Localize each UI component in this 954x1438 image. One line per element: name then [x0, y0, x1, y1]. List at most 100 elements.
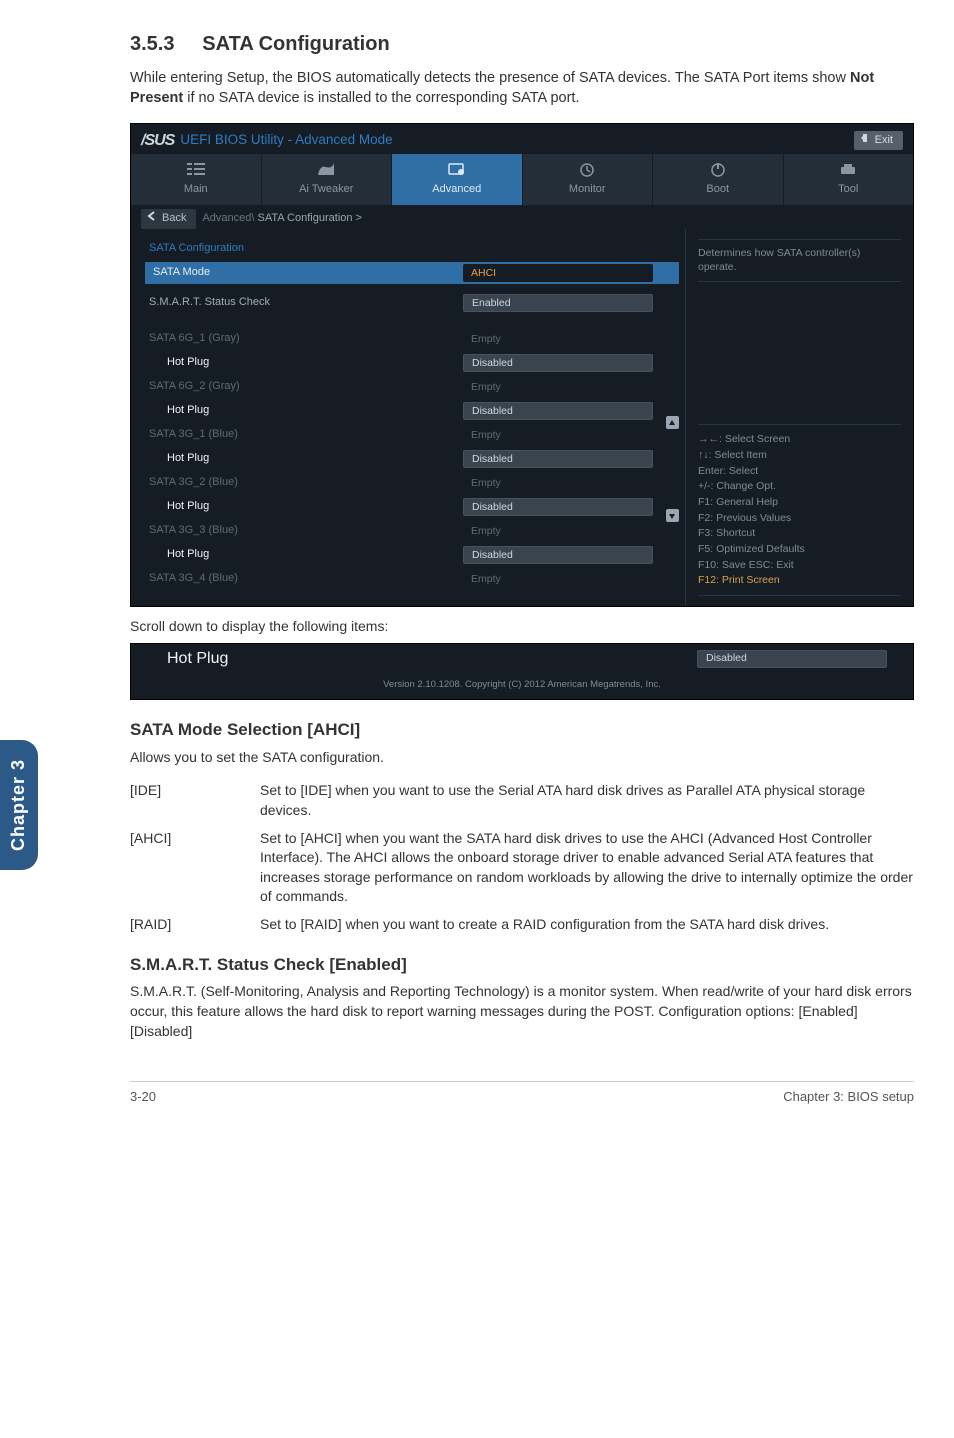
bios-row-value: Empty	[463, 524, 653, 539]
help-pane: Determines how SATA controller(s) operat…	[685, 229, 913, 606]
help-key-line: F2: Previous Values	[698, 511, 901, 526]
bios-row[interactable]: Hot PlugDisabled	[145, 352, 665, 374]
option-row: [IDE]Set to [IDE] when you want to use t…	[130, 777, 914, 824]
bios-row[interactable]: Hot PlugDisabled	[145, 544, 665, 566]
bios-row-value: Empty	[463, 572, 653, 587]
bios-row-label: SATA 3G_1 (Blue)	[145, 427, 463, 442]
hot-plug-value-extra[interactable]: Disabled	[697, 650, 887, 668]
bios-row-label: Hot Plug	[145, 547, 463, 562]
section-heading: 3.5.3 SATA Configuration	[130, 30, 914, 58]
help-description: Determines how SATA controller(s) operat…	[698, 239, 901, 282]
bios-row-label: SATA 3G_4 (Blue)	[145, 571, 463, 586]
bios-titlebar: /SUS UEFI BIOS Utility - Advanced Mode E…	[131, 124, 913, 154]
footer-chapter: Chapter 3: BIOS setup	[783, 1088, 914, 1106]
breadcrumb-prefix: Advanced\	[202, 212, 257, 224]
tab-label: Advanced	[432, 182, 481, 197]
bios-row-value[interactable]: Disabled	[463, 402, 653, 420]
bios-row-value[interactable]: Enabled	[463, 294, 653, 312]
bios-row-value: Empty	[463, 380, 653, 395]
help-key-line: F10: Save ESC: Exit	[698, 558, 901, 573]
sata-mode-value[interactable]: AHCI	[463, 264, 653, 282]
option-desc: Set to [RAID] when you want to create a …	[260, 911, 914, 939]
bios-row-value: Empty	[463, 332, 653, 347]
scrollbar[interactable]	[665, 290, 679, 592]
scroll-down-icon[interactable]	[666, 509, 679, 522]
sata-mode-row[interactable]: SATA Mode AHCI	[145, 262, 679, 284]
bios-row-label: S.M.A.R.T. Status Check	[145, 295, 463, 310]
sata-mode-heading: SATA Mode Selection [AHCI]	[130, 718, 914, 742]
page-footer: 3-20 Chapter 3: BIOS setup	[130, 1081, 914, 1106]
option-row: [AHCI]Set to [AHCI] when you want the SA…	[130, 825, 914, 911]
tab-monitor[interactable]: Monitor	[523, 154, 654, 205]
bios-row[interactable]: S.M.A.R.T. Status CheckEnabled	[145, 292, 665, 314]
tab-main[interactable]: Main	[131, 154, 262, 205]
bios-row: SATA 6G_1 (Gray)Empty	[145, 328, 665, 350]
bios-version-line: Version 2.10.1208. Copyright (C) 2012 Am…	[145, 674, 899, 691]
back-arrow-icon	[147, 211, 157, 226]
breadcrumb-current: SATA Configuration >	[258, 212, 362, 224]
tab-icon	[838, 160, 858, 178]
bios-tabs: Main Ai Tweaker Advanced Monitor Boot Tool	[131, 154, 913, 205]
bios-row: SATA 6G_2 (Gray)Empty	[145, 376, 665, 398]
bios-panel: /SUS UEFI BIOS Utility - Advanced Mode E…	[130, 123, 914, 608]
bios-row-value[interactable]: Disabled	[463, 498, 653, 516]
bios-row[interactable]: Hot PlugDisabled	[145, 496, 665, 518]
breadcrumb-row: Back Advanced\ SATA Configuration >	[131, 205, 913, 228]
tab-label: Ai Tweaker	[299, 182, 353, 197]
option-row: [RAID]Set to [RAID] when you want to cre…	[130, 911, 914, 939]
bios-panel-continued: Hot Plug Disabled Version 2.10.1208. Cop…	[130, 643, 914, 700]
sata-config-heading: SATA Configuration	[145, 237, 679, 258]
bios-row-value[interactable]: Disabled	[463, 450, 653, 468]
bios-row[interactable]: Hot PlugDisabled	[145, 400, 665, 422]
exit-icon	[860, 133, 870, 148]
back-button[interactable]: Back	[141, 209, 196, 228]
bios-row-label: Hot Plug	[145, 403, 463, 418]
tab-advanced[interactable]: Advanced	[392, 154, 523, 205]
bios-row-value[interactable]: Disabled	[463, 354, 653, 372]
bios-row-label: SATA 3G_3 (Blue)	[145, 523, 463, 538]
asus-logo: /SUS	[141, 130, 174, 152]
help-key-line: F5: Optimized Defaults	[698, 542, 901, 557]
option-key: [RAID]	[130, 911, 260, 939]
scroll-up-icon[interactable]	[666, 416, 679, 429]
exit-button[interactable]: Exit	[854, 131, 903, 150]
tab-tool[interactable]: Tool	[784, 154, 914, 205]
tab-label: Tool	[838, 182, 858, 197]
breadcrumb: Advanced\ SATA Configuration >	[202, 211, 362, 226]
tab-icon	[447, 160, 467, 178]
back-label: Back	[162, 211, 186, 226]
section-title: SATA Configuration	[202, 33, 389, 55]
exit-label: Exit	[875, 133, 893, 148]
tab-icon	[708, 160, 728, 178]
tab-label: Boot	[706, 182, 729, 197]
sata-mode-options-table: [IDE]Set to [IDE] when you want to use t…	[130, 777, 914, 938]
tab-boot[interactable]: Boot	[653, 154, 784, 205]
bios-row: SATA 3G_4 (Blue)Empty	[145, 568, 665, 590]
section-number: 3.5.3	[130, 33, 174, 55]
bios-row: SATA 3G_3 (Blue)Empty	[145, 520, 665, 542]
help-key-line: F3: Shortcut	[698, 526, 901, 541]
footer-page-number: 3-20	[130, 1088, 156, 1106]
smart-desc: S.M.A.R.T. (Self-Monitoring, Analysis an…	[130, 982, 914, 1041]
hot-plug-row-extra[interactable]: Hot Plug Disabled	[145, 648, 899, 670]
help-key-line: F12: Print Screen	[698, 573, 901, 588]
bios-row[interactable]: Hot PlugDisabled	[145, 448, 665, 470]
bios-row-label: SATA 6G_1 (Gray)	[145, 331, 463, 346]
tab-icon	[316, 160, 336, 178]
bios-row-label: SATA 6G_2 (Gray)	[145, 379, 463, 394]
help-key-line: ↑↓: Select Item	[698, 448, 901, 463]
section-intro: While entering Setup, the BIOS automatic…	[130, 68, 914, 109]
help-key-line: F1: General Help	[698, 495, 901, 510]
option-desc: Set to [IDE] when you want to use the Se…	[260, 777, 914, 824]
option-key: [IDE]	[130, 777, 260, 824]
tab-ai-tweaker[interactable]: Ai Tweaker	[262, 154, 393, 205]
bios-title: UEFI BIOS Utility - Advanced Mode	[180, 131, 392, 150]
bios-row: SATA 3G_2 (Blue)Empty	[145, 472, 665, 494]
option-key: [AHCI]	[130, 825, 260, 911]
help-keys: →←: Select Screen↑↓: Select ItemEnter: S…	[698, 424, 901, 596]
bios-row-label: Hot Plug	[145, 499, 463, 514]
bios-row-label: Hot Plug	[145, 451, 463, 466]
tab-label: Main	[184, 182, 208, 197]
option-desc: Set to [AHCI] when you want the SATA har…	[260, 825, 914, 911]
bios-row-value[interactable]: Disabled	[463, 546, 653, 564]
